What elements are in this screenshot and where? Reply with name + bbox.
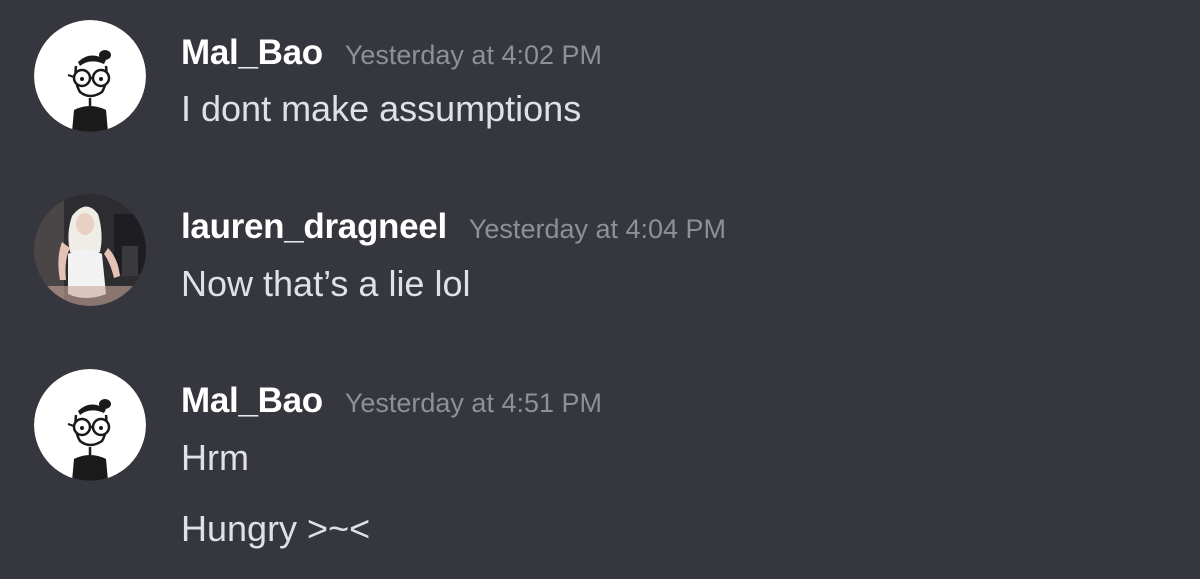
chat-message-list: Mal_Bao Yesterday at 4:02 PM I dont make … xyxy=(0,0,1200,579)
username[interactable]: Mal_Bao xyxy=(181,33,323,72)
photo-avatar xyxy=(34,194,146,306)
username[interactable]: Mal_Bao xyxy=(181,381,323,420)
message-header: Mal_Bao Yesterday at 4:02 PM xyxy=(181,33,602,73)
message-text: Hrm xyxy=(181,437,249,478)
timestamp: Yesterday at 4:02 PM xyxy=(344,40,603,70)
timestamp: Yesterday at 4:51 PM xyxy=(344,388,603,418)
message-header: Mal_Bao Yesterday at 4:51 PM xyxy=(181,381,602,421)
user-avatar[interactable] xyxy=(34,194,146,306)
message-text: Now that’s a lie lol xyxy=(181,263,471,304)
timestamp: Yesterday at 4:04 PM xyxy=(468,214,727,244)
message-header: lauren_dragneel Yesterday at 4:04 PM xyxy=(181,207,726,247)
username[interactable]: lauren_dragneel xyxy=(181,207,447,246)
cartoon-glasses-avatar-icon xyxy=(34,369,146,481)
cartoon-glasses-avatar-icon xyxy=(34,20,146,132)
message-text: Hungry >~< xyxy=(181,508,371,549)
user-avatar[interactable] xyxy=(34,20,146,132)
message-text: I dont make assumptions xyxy=(181,88,582,129)
user-avatar[interactable] xyxy=(34,369,146,481)
